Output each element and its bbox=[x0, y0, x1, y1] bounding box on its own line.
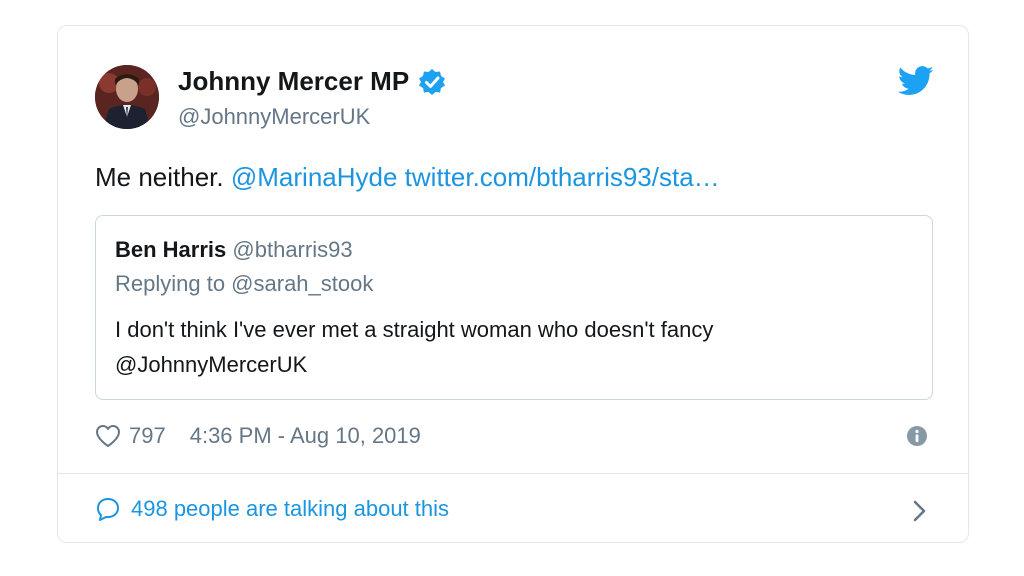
avatar[interactable] bbox=[95, 65, 159, 129]
quoted-author-row: Ben Harris @btharris93 bbox=[115, 237, 353, 263]
author-name[interactable]: Johnny Mercer MP bbox=[178, 66, 409, 97]
divider bbox=[58, 473, 968, 474]
author-handle[interactable]: @JohnnyMercerUK bbox=[178, 104, 370, 130]
replying-to: Replying to @sarah_stook bbox=[115, 271, 374, 296]
like-count[interactable]: 797 bbox=[129, 423, 166, 449]
tweet-body: Me neither. bbox=[95, 162, 224, 192]
author-row: Johnny Mercer MP bbox=[178, 66, 447, 97]
quoted-author-handle[interactable]: @btharris93 bbox=[232, 237, 352, 262]
tweet-card: Johnny Mercer MP @JohnnyMercerUK Me neit… bbox=[57, 25, 969, 543]
verified-badge-icon bbox=[417, 67, 447, 97]
timestamp[interactable]: 4:36 PM - Aug 10, 2019 bbox=[190, 423, 421, 449]
quoted-text: I don't think I've ever met a straight w… bbox=[115, 317, 714, 377]
quoted-tweet[interactable]: Ben Harris @btharris93 Replying to @sara… bbox=[95, 215, 933, 400]
tweet-text: Me neither. @MarinaHyde twitter.com/btha… bbox=[95, 162, 720, 193]
info-icon[interactable] bbox=[906, 425, 928, 447]
twitter-bird-icon[interactable] bbox=[897, 66, 934, 96]
url-link[interactable]: twitter.com/btharris93/sta… bbox=[405, 162, 720, 192]
heart-icon[interactable] bbox=[95, 424, 121, 448]
quoted-author-name[interactable]: Ben Harris bbox=[115, 237, 226, 262]
chevron-right-icon[interactable] bbox=[910, 499, 928, 523]
speech-bubble-icon bbox=[95, 496, 121, 522]
mention-link[interactable]: @MarinaHyde bbox=[231, 162, 398, 192]
conversation-count[interactable]: 498 people are talking about this bbox=[131, 496, 449, 522]
conversation-link[interactable]: 498 people are talking about this bbox=[95, 496, 449, 522]
tweet-meta: 797 4:36 PM - Aug 10, 2019 bbox=[95, 423, 421, 449]
